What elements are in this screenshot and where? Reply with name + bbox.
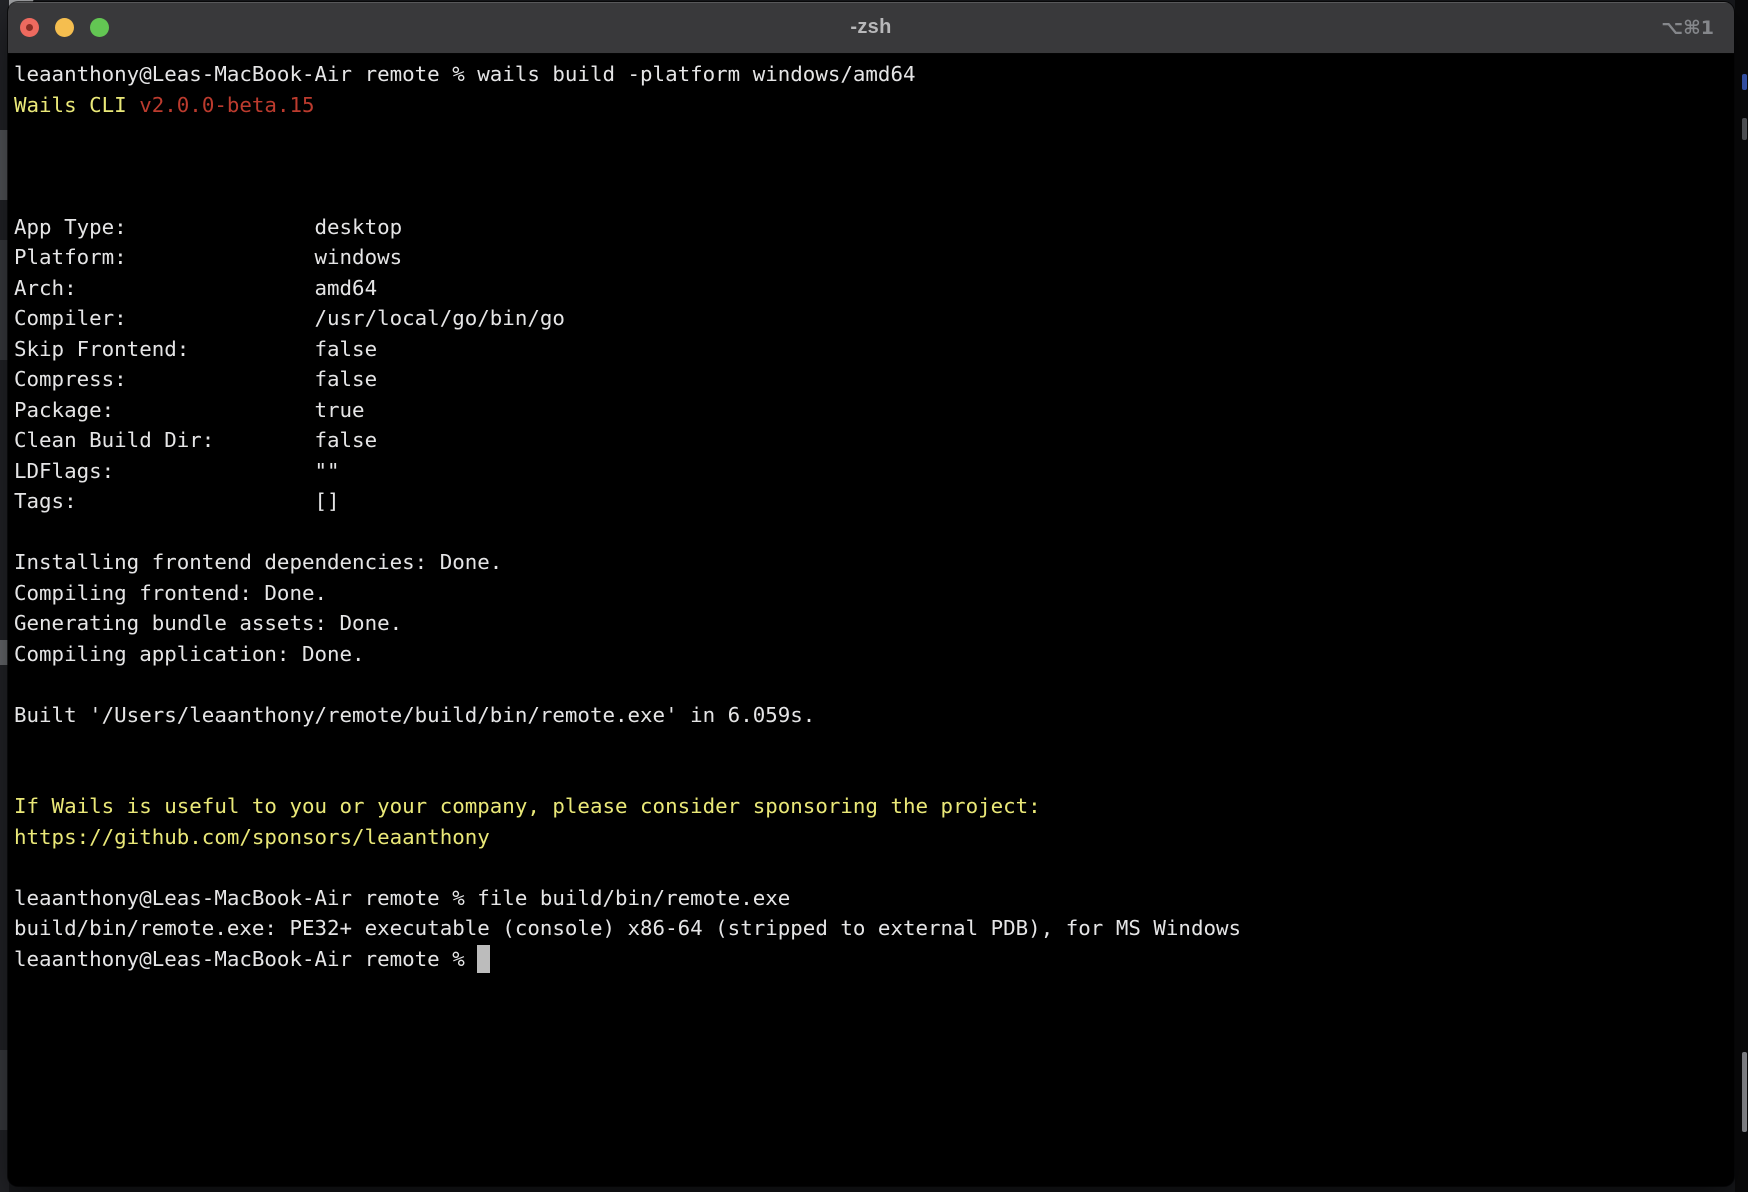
- terminal-line: [14, 181, 1726, 212]
- terminal-text-segment: Generating bundle assets: Done.: [14, 611, 402, 635]
- minimize-button[interactable]: [55, 18, 74, 37]
- terminal-text-segment: v2.0.0-beta.15: [139, 93, 314, 117]
- terminal-line: Wails CLI v2.0.0-beta.15: [14, 90, 1726, 121]
- terminal-line: Installing frontend dependencies: Done.: [14, 547, 1726, 578]
- terminal-text-segment: Clean Build Dir: false: [14, 428, 377, 452]
- terminal-screen[interactable]: leaanthony@Leas-MacBook-Air remote % wai…: [8, 54, 1734, 1186]
- terminal-text-segment: Built '/Users/leaanthony/remote/build/bi…: [14, 703, 815, 727]
- terminal-line: leaanthony@Leas-MacBook-Air remote %: [14, 944, 1726, 975]
- terminal-text-segment: leaanthony@Leas-MacBook-Air remote % fil…: [14, 886, 790, 910]
- terminal-line: [14, 852, 1726, 883]
- terminal-text-segment: LDFlags: "": [14, 459, 340, 483]
- terminal-text-segment: Wails CLI: [14, 93, 139, 117]
- terminal-line: [14, 120, 1726, 151]
- terminal-text-segment: App Type: desktop: [14, 215, 402, 239]
- terminal-line: Skip Frontend: false: [14, 334, 1726, 365]
- terminal-text-segment: Platform: windows: [14, 245, 402, 269]
- terminal-text-segment: Compiling frontend: Done.: [14, 581, 327, 605]
- terminal-line: Compiler: /usr/local/go/bin/go: [14, 303, 1726, 334]
- terminal-line: Compress: false: [14, 364, 1726, 395]
- terminal-line: Clean Build Dir: false: [14, 425, 1726, 456]
- terminal-text-segment: https://github.com/sponsors/leaanthony: [14, 825, 490, 849]
- terminal-line: Tags: []: [14, 486, 1726, 517]
- background-scrollbar-thumb: [1742, 1052, 1747, 1132]
- unsaved-dot-icon: [26, 24, 33, 31]
- terminal-line: LDFlags: "": [14, 456, 1726, 487]
- terminal-line: [14, 151, 1726, 182]
- terminal-line: Generating bundle assets: Done.: [14, 608, 1726, 639]
- terminal-text-segment: Compiler: /usr/local/go/bin/go: [14, 306, 565, 330]
- terminal-text-segment: Installing frontend dependencies: Done.: [14, 550, 502, 574]
- terminal-text-segment: Package: true: [14, 398, 365, 422]
- close-button[interactable]: [20, 18, 39, 37]
- window-title: -zsh: [8, 16, 1734, 39]
- traffic-lights: [20, 2, 109, 53]
- terminal-text-segment: Arch: amd64: [14, 276, 377, 300]
- terminal-text-segment: If Wails is useful to you or your compan…: [14, 794, 1041, 818]
- background-window-right-edge: [1735, 0, 1748, 1192]
- terminal-line: [14, 761, 1726, 792]
- terminal-line: Compiling application: Done.: [14, 639, 1726, 670]
- terminal-line: Platform: windows: [14, 242, 1726, 273]
- terminal-line: App Type: desktop: [14, 212, 1726, 243]
- terminal-line: [14, 730, 1726, 761]
- terminal-line: [14, 669, 1726, 700]
- terminal-line: [14, 517, 1726, 548]
- terminal-text-segment: leaanthony@Leas-MacBook-Air remote %: [14, 947, 477, 971]
- terminal-line: Built '/Users/leaanthony/remote/build/bi…: [14, 700, 1726, 731]
- terminal-line: leaanthony@Leas-MacBook-Air remote % wai…: [14, 59, 1726, 90]
- titlebar[interactable]: -zsh ⌥⌘1: [8, 2, 1734, 54]
- terminal-line: Arch: amd64: [14, 273, 1726, 304]
- terminal-line: https://github.com/sponsors/leaanthony: [14, 822, 1726, 853]
- window-shortcut-badge: ⌥⌘1: [1661, 17, 1714, 39]
- terminal-line: Compiling frontend: Done.: [14, 578, 1726, 609]
- terminal-text-segment: build/bin/remote.exe: PE32+ executable (…: [14, 916, 1241, 940]
- terminal-output: leaanthony@Leas-MacBook-Air remote % wai…: [14, 59, 1726, 974]
- zoom-button[interactable]: [90, 18, 109, 37]
- terminal-text-segment: Skip Frontend: false: [14, 337, 377, 361]
- background-window-fragment: [1742, 74, 1747, 90]
- terminal-line: leaanthony@Leas-MacBook-Air remote % fil…: [14, 883, 1726, 914]
- terminal-line: If Wails is useful to you or your compan…: [14, 791, 1726, 822]
- terminal-line: Package: true: [14, 395, 1726, 426]
- terminal-text-segment: Compress: false: [14, 367, 377, 391]
- terminal-text-segment: Compiling application: Done.: [14, 642, 365, 666]
- terminal-cursor: [477, 945, 490, 973]
- terminal-window: -zsh ⌥⌘1 leaanthony@Leas-MacBook-Air rem…: [8, 2, 1734, 1186]
- terminal-text-segment: Tags: []: [14, 489, 340, 513]
- terminal-line: build/bin/remote.exe: PE32+ executable (…: [14, 913, 1726, 944]
- terminal-text-segment: leaanthony@Leas-MacBook-Air remote % wai…: [14, 62, 916, 86]
- background-window-fragment: [1742, 118, 1747, 140]
